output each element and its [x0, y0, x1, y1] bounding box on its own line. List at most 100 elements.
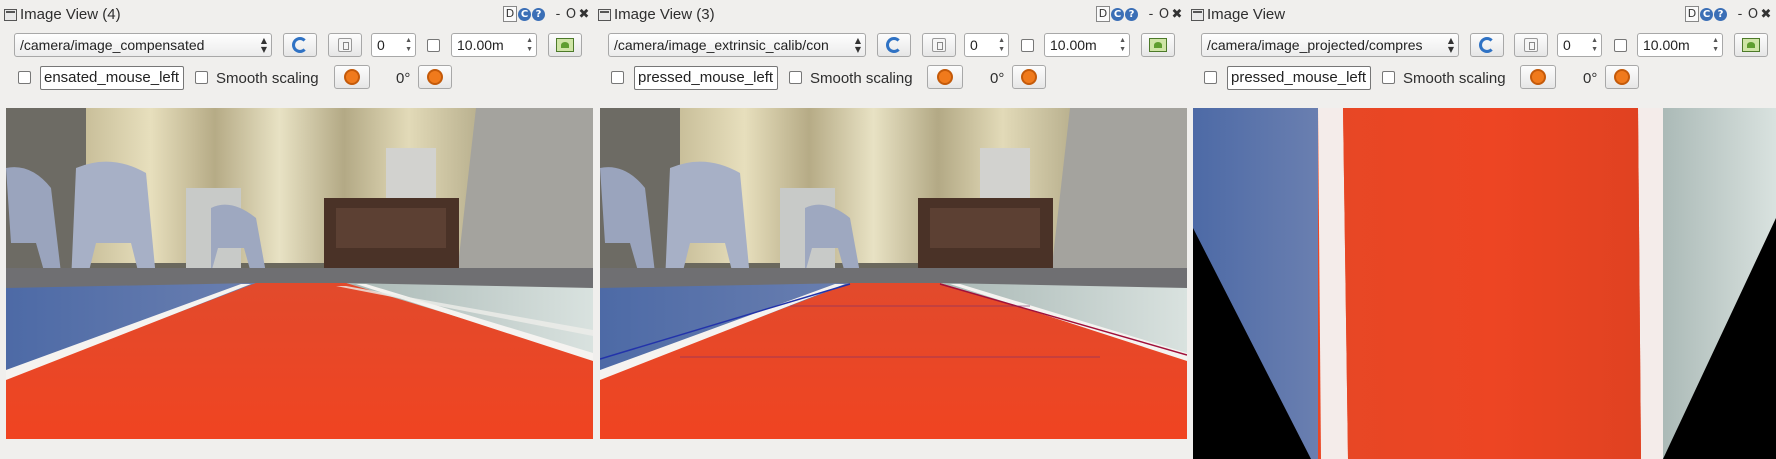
pause-icon [338, 38, 352, 52]
minimize-button[interactable]: - [1145, 7, 1157, 22]
rotate-right-button[interactable] [1605, 65, 1639, 89]
save-image-button[interactable] [1734, 33, 1768, 57]
mouse-topic-value: pressed_mouse_left [1231, 69, 1367, 86]
rotate-right-icon [1614, 69, 1630, 85]
topic-select-value: /camera/image_compensated [20, 37, 205, 53]
mouse-topic-value: ensated_mouse_left [44, 69, 180, 86]
panel-titlebar: Image View (3) D C ? - O ✖ [594, 3, 1187, 27]
mouse-topic-input[interactable]: pressed_mouse_left [1227, 66, 1371, 90]
close-button[interactable]: ✖ [1760, 7, 1772, 22]
camera-image-compensated[interactable] [6, 108, 593, 439]
reload-button[interactable]: C [1700, 7, 1713, 21]
timeout-spinbox[interactable]: 10.00m ▲ ▼ [1637, 33, 1723, 57]
rotate-left-button[interactable] [1520, 65, 1556, 89]
image-canvas [1193, 108, 1776, 459]
spin-arrows-icon: ▲ ▼ [998, 37, 1005, 53]
image-canvas [6, 108, 593, 439]
image-view-panel: Image View D C ? - O ✖ /camera/image_pro… [1187, 0, 1776, 459]
pause-icon [1524, 38, 1538, 52]
rotate-right-button[interactable] [418, 65, 452, 89]
detach-button[interactable]: D [503, 6, 517, 22]
pause-button[interactable] [1514, 33, 1548, 57]
frame-spinbox[interactable]: 0 ▲ ▼ [1557, 33, 1602, 57]
image-view-panel-4: Image View (4) D C ? - O ✖ /camera/image… [0, 0, 594, 459]
timeout-checkbox[interactable] [1614, 39, 1627, 52]
help-button[interactable]: ? [1714, 7, 1727, 21]
close-button[interactable]: ✖ [578, 7, 590, 22]
spin-arrows-icon: ▲ ▼ [1712, 37, 1719, 53]
topic-select[interactable]: /camera/image_compensated ▲ ▼ [14, 33, 272, 57]
timeout-checkbox[interactable] [427, 39, 440, 52]
title-controls: D C ? - O ✖ [1685, 6, 1772, 22]
save-icon [1742, 38, 1760, 52]
rotate-right-button[interactable] [1012, 65, 1046, 89]
refresh-icon [1479, 37, 1495, 53]
window-icon [4, 9, 17, 21]
smooth-scaling-label: Smooth scaling [810, 70, 913, 87]
close-button[interactable]: ✖ [1171, 7, 1183, 22]
smooth-scaling-checkbox[interactable] [195, 71, 208, 84]
refresh-button[interactable] [283, 33, 317, 57]
rotate-left-button[interactable] [334, 65, 370, 89]
mouse-topic-value: pressed_mouse_left [638, 69, 774, 86]
topic-select[interactable]: /camera/image_extrinsic_calib/con ▲ ▼ [608, 33, 866, 57]
float-button[interactable]: O [1158, 7, 1170, 22]
rotate-left-icon [344, 69, 360, 85]
spin-arrows-icon: ▲ ▼ [526, 37, 533, 53]
chevron-updown-icon: ▲ ▼ [1447, 36, 1454, 54]
camera-image-extrinsic-calib[interactable] [600, 108, 1187, 439]
rotation-label: 0° [396, 70, 411, 87]
smooth-scaling-checkbox[interactable] [789, 71, 802, 84]
detach-button[interactable]: D [1685, 6, 1699, 22]
spin-arrows-icon: ▲ ▼ [405, 37, 412, 53]
timeout-spinbox[interactable]: 10.00m ▲ ▼ [451, 33, 537, 57]
smooth-scaling-checkbox[interactable] [1382, 71, 1395, 84]
help-button[interactable]: ? [1125, 7, 1138, 21]
smooth-scaling-label: Smooth scaling [216, 70, 319, 87]
pause-button[interactable] [328, 33, 362, 57]
mouse-topic-input[interactable]: pressed_mouse_left [634, 66, 778, 90]
save-image-button[interactable] [1141, 33, 1175, 57]
panel-title: Image View [1207, 6, 1286, 23]
camera-image-projected[interactable] [1193, 108, 1776, 459]
refresh-icon [292, 37, 308, 53]
rotation-label: 0° [1583, 70, 1598, 87]
timeout-spinbox[interactable]: 10.00m ▲ ▼ [1044, 33, 1130, 57]
timeout-spinbox-value: 10.00m [1050, 37, 1097, 53]
frame-spinbox[interactable]: 0 ▲ ▼ [371, 33, 416, 57]
chevron-updown-icon: ▲ ▼ [854, 36, 861, 54]
detach-button[interactable]: D [1096, 6, 1110, 22]
save-image-button[interactable] [548, 33, 582, 57]
mouse-topic-input[interactable]: ensated_mouse_left [40, 66, 184, 90]
panel-title: Image View (4) [20, 6, 121, 23]
minimize-button[interactable]: - [1734, 7, 1746, 22]
float-button[interactable]: O [1747, 7, 1759, 22]
minimize-button[interactable]: - [552, 7, 564, 22]
frame-spinbox-value: 0 [1563, 37, 1571, 53]
rotate-left-icon [937, 69, 953, 85]
window-icon [1191, 9, 1204, 21]
smooth-scaling-label: Smooth scaling [1403, 70, 1506, 87]
panel-title: Image View (3) [614, 6, 715, 23]
rotate-left-icon [1530, 69, 1546, 85]
save-icon [556, 38, 574, 52]
reload-button[interactable]: C [518, 7, 531, 21]
image-view-panel-3: Image View (3) D C ? - O ✖ /camera/image… [594, 0, 1187, 459]
mouse-publish-checkbox[interactable] [1204, 71, 1217, 84]
reload-button[interactable]: C [1111, 7, 1124, 21]
frame-spinbox[interactable]: 0 ▲ ▼ [964, 33, 1009, 57]
float-button[interactable]: O [565, 7, 577, 22]
mouse-publish-checkbox[interactable] [611, 71, 624, 84]
topic-select[interactable]: /camera/image_projected/compres ▲ ▼ [1201, 33, 1459, 57]
rotate-right-icon [427, 69, 443, 85]
topic-select-value: /camera/image_projected/compres [1207, 37, 1423, 53]
help-button[interactable]: ? [532, 7, 545, 21]
spin-arrows-icon: ▲ ▼ [1591, 37, 1598, 53]
rotation-label: 0° [990, 70, 1005, 87]
rotate-left-button[interactable] [927, 65, 963, 89]
pause-button[interactable] [922, 33, 956, 57]
refresh-button[interactable] [877, 33, 911, 57]
timeout-checkbox[interactable] [1021, 39, 1034, 52]
refresh-button[interactable] [1470, 33, 1504, 57]
mouse-publish-checkbox[interactable] [18, 71, 31, 84]
